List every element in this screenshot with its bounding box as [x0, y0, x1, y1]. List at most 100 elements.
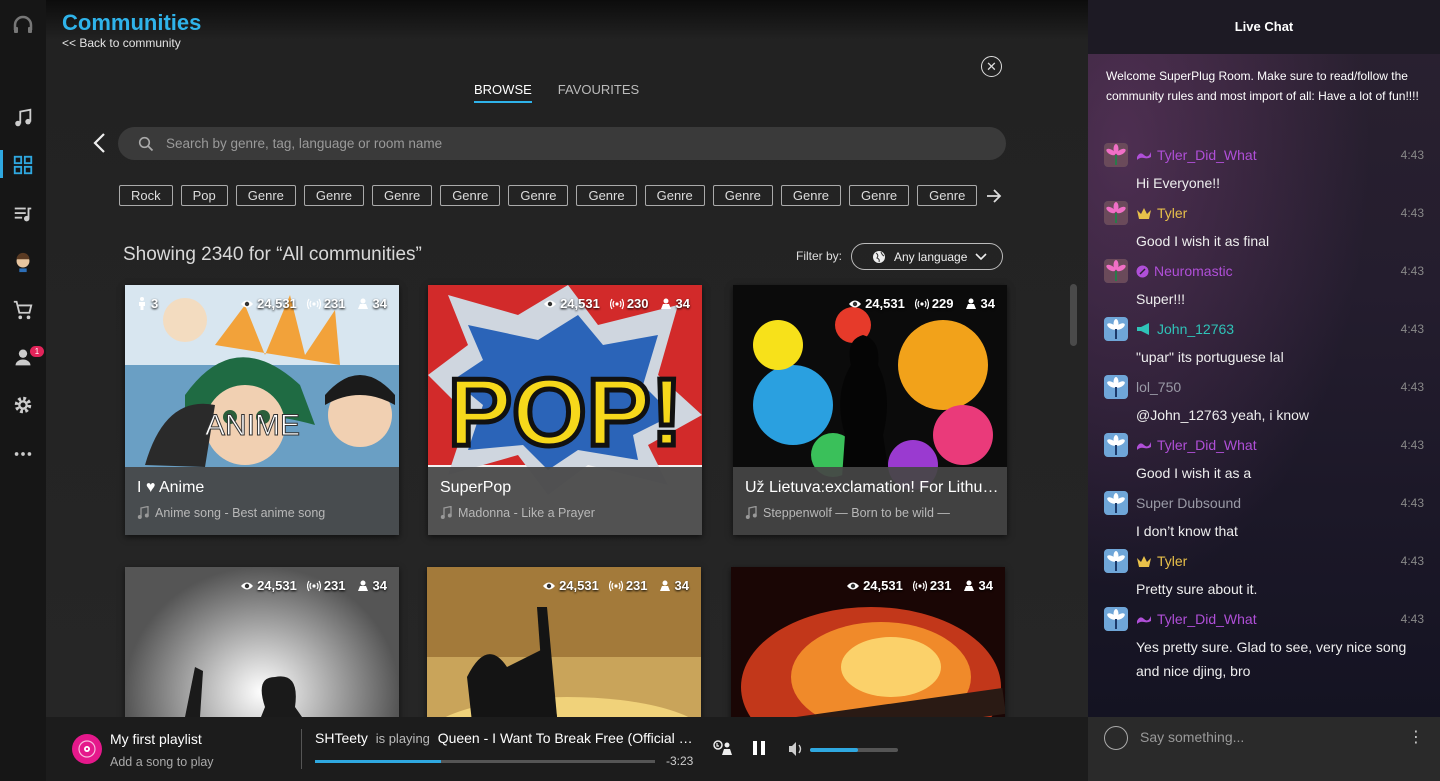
user-avatar[interactable] [1104, 201, 1128, 225]
chat-text: Good I wish it as a [1136, 465, 1252, 481]
live-chat-panel: Live Chat Welcome SuperPlug Room. Make s… [1088, 0, 1440, 717]
live-stat: 229 [914, 296, 954, 311]
chat-username[interactable]: John_12763 [1136, 321, 1234, 337]
current-song: Anime song - Best anime song [137, 506, 325, 520]
close-button[interactable]: ✕ [981, 56, 1002, 77]
genre-chip[interactable]: Genre [780, 185, 842, 206]
playlist-icon[interactable] [11, 202, 35, 226]
genre-chips: Rock Pop Genre Genre Genre Genre Genre Genre Gen… [119, 185, 978, 206]
music-note-icon[interactable] [11, 106, 35, 130]
chat-text: "upar" its portuguese lal [1136, 349, 1284, 365]
genre-chip[interactable]: Genre [303, 185, 365, 206]
chat-title: Live Chat [1088, 0, 1440, 54]
headphones-logo-icon[interactable] [11, 12, 35, 36]
genre-chip[interactable]: Genre [917, 185, 978, 206]
tab-favourites[interactable]: FAVOURITES [558, 82, 639, 103]
chat-username[interactable]: Tyler [1136, 553, 1187, 569]
search-input[interactable] [166, 136, 966, 151]
chat-timestamp: 4:43 [1400, 496, 1424, 510]
is-playing-label: is playing [375, 731, 430, 746]
music-note-icon [137, 506, 149, 519]
views-stat: 24,531 [846, 578, 903, 593]
card-stats: 24,531 230 34 [543, 296, 690, 311]
user-avatar[interactable] [1104, 491, 1128, 515]
chat-username[interactable]: Tyler_Did_What [1136, 437, 1257, 453]
playlist-name[interactable]: My first playlist [110, 731, 202, 747]
player-bar: My first playlist Add a song to play SHT… [46, 717, 1088, 781]
community-card[interactable]: 24,531 229 34 Už Lietuva:exclamation! Fo… [733, 285, 1007, 535]
user-avatar[interactable] [1104, 433, 1128, 457]
user-avatar[interactable] [1104, 259, 1128, 283]
community-card[interactable]: 24,531 231 34 [125, 567, 399, 717]
community-card[interactable]: 24,531 231 34 [427, 567, 701, 717]
card-info: I ♥ Anime Anime song - Best anime song [125, 467, 399, 535]
genre-chip[interactable]: Genre [508, 185, 569, 206]
more-dots-icon[interactable] [11, 442, 35, 466]
chat-username[interactable]: Tyler_Did_What [1136, 611, 1257, 627]
chat-options-icon[interactable]: ⋮ [1408, 727, 1424, 747]
user-avatar[interactable] [1104, 375, 1128, 399]
scrollbar-thumb[interactable] [1070, 284, 1077, 346]
track-progress-bar[interactable] [315, 760, 655, 763]
cart-icon[interactable] [11, 298, 35, 322]
genre-chip[interactable]: Genre [372, 185, 433, 206]
genre-chip[interactable]: Genre [576, 185, 637, 206]
left-rail: 1 [0, 0, 46, 781]
genre-chip[interactable]: Genre [644, 185, 705, 206]
user-avatar[interactable] [1104, 317, 1128, 341]
disc-badge-icon [1136, 265, 1149, 277]
chat-username[interactable]: Tyler_Did_What [1136, 147, 1257, 163]
views-eye-icon [544, 300, 557, 307]
user-avatar[interactable] [1104, 549, 1128, 573]
chat-timestamp: 4:43 [1400, 380, 1424, 394]
crown-badge-icon [1137, 207, 1151, 219]
live-stat: 231 [912, 578, 952, 593]
chat-username[interactable]: lol_750 [1136, 379, 1181, 395]
views-eye-icon [847, 582, 860, 589]
chat-username[interactable]: Neuromastic [1136, 263, 1233, 279]
genre-chip[interactable]: Genre [849, 185, 910, 206]
crown-badge-icon [1137, 555, 1151, 567]
main-panel: Communities << Back to community ✕ BROWS… [46, 0, 1088, 717]
dj-icon [963, 580, 974, 591]
community-card[interactable]: ANIME 3 24,531 231 34 I ♥ Anime Anime son… [125, 285, 399, 535]
dj-name[interactable]: SHTeety [315, 730, 368, 746]
chat-text: Yes pretty sure. Glad to see, very nice … [1136, 639, 1407, 679]
settings-gear-icon[interactable] [11, 393, 35, 417]
genre-chip[interactable]: Genre [712, 185, 773, 206]
chat-timestamp: 4:43 [1400, 322, 1424, 336]
dj-icon [660, 298, 671, 309]
chat-username[interactable]: Tyler [1136, 205, 1187, 221]
live-broadcast-icon [609, 298, 624, 309]
genre-chip[interactable]: Genre [440, 185, 501, 206]
chevron-left-icon[interactable] [92, 132, 108, 154]
now-playing: SHTeety is playing Queen - I Want To Bre… [315, 730, 695, 746]
avatar-icon[interactable] [11, 250, 35, 274]
genre-chip[interactable]: Genre [235, 185, 296, 206]
genre-chip[interactable]: Pop [180, 185, 228, 206]
user-avatar[interactable] [1104, 607, 1128, 631]
wave-badge-icon [1137, 152, 1151, 160]
communities-grid-icon[interactable] [11, 153, 35, 177]
chat-input[interactable] [1140, 725, 1400, 749]
emoji-circle-icon[interactable] [1104, 726, 1128, 750]
arrow-right-icon[interactable] [986, 186, 1002, 206]
add-song-hint: Add a song to play [110, 755, 214, 769]
playlist-disc-icon[interactable] [72, 734, 102, 764]
volume-icon[interactable] [788, 741, 804, 757]
back-to-community-link[interactable]: << Back to community [62, 36, 181, 50]
dj-queue-icon[interactable] [712, 738, 736, 758]
pause-icon[interactable] [752, 740, 766, 756]
chat-text: I don’t know that [1136, 523, 1238, 539]
music-note-icon [440, 506, 452, 519]
genre-chip[interactable]: Rock [119, 185, 173, 206]
globe-icon [873, 250, 885, 263]
views-stat: 24,531 [543, 296, 600, 311]
tab-browse[interactable]: BROWSE [474, 82, 532, 103]
language-filter-dropdown[interactable]: Any language [851, 243, 1003, 270]
user-avatar[interactable] [1104, 143, 1128, 167]
volume-slider[interactable] [810, 748, 898, 752]
community-card[interactable]: 24,531 231 34 [731, 567, 1005, 717]
chat-username[interactable]: Super Dubsound [1136, 495, 1241, 511]
community-card[interactable]: POP! 24,531 230 34 SuperPop Madonna - Li… [428, 285, 702, 535]
